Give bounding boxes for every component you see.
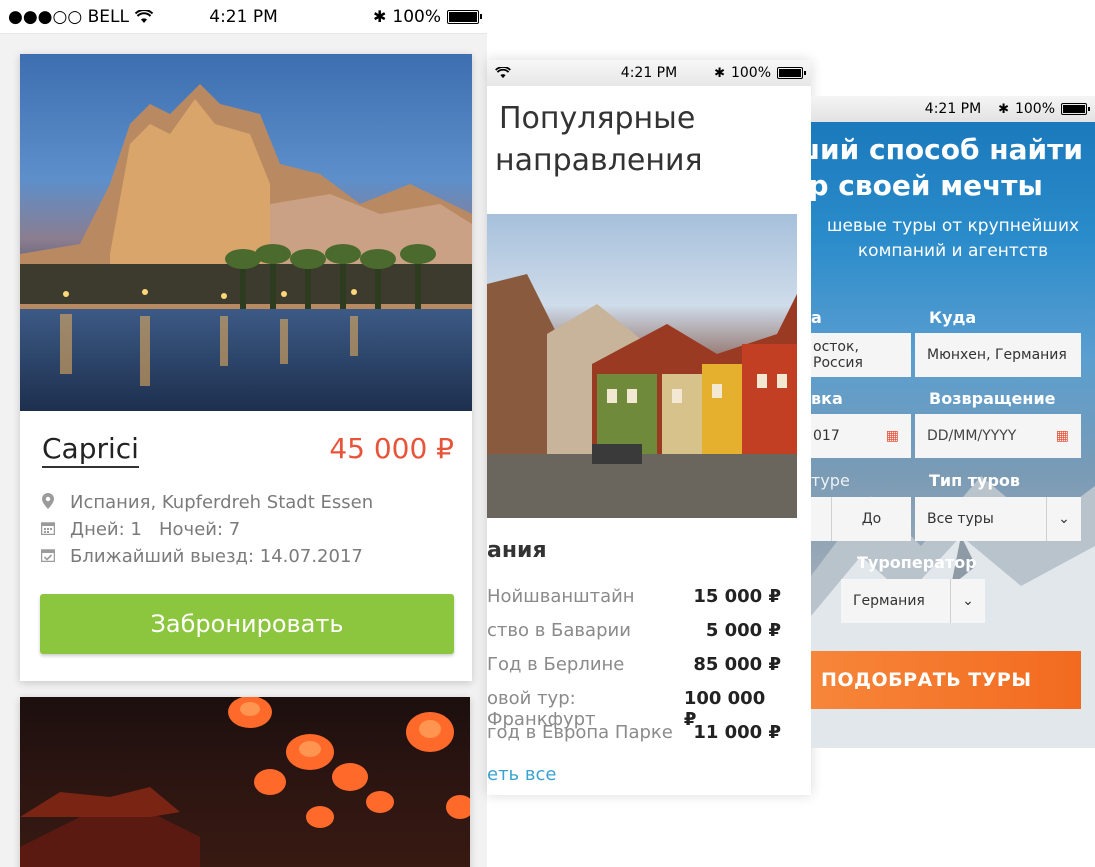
tour-title[interactable]: Caprici — [42, 432, 139, 468]
map-pin-icon — [40, 492, 56, 513]
tour-name: год в Европа Парке — [487, 722, 673, 743]
heading-line-1: Популярные — [499, 101, 696, 136]
depart-date-value: 017 — [813, 428, 840, 444]
duration-row: Дней: 1 Ночей: 7 — [40, 519, 240, 540]
tour-price: 85 000 ₽ — [693, 654, 781, 675]
bluetooth-icon: ✱ — [372, 7, 387, 26]
village-illustration — [487, 274, 797, 518]
tour-name: ство в Баварии — [487, 620, 631, 641]
hero-subtitle-line-2: компаний и агентств — [857, 241, 1049, 261]
cathedral-illustration — [20, 84, 472, 411]
tour-type-select[interactable]: Все туры ⌄ — [915, 497, 1081, 541]
operator-select[interactable]: Германия ⌄ — [841, 579, 985, 623]
tour-price: 5 000 ₽ — [705, 620, 781, 641]
battery-percent: 100% — [1014, 101, 1055, 117]
lanterns-illustration — [20, 697, 470, 867]
operator-label: Туроператор — [857, 553, 977, 572]
battery-percent: 100% — [392, 6, 441, 27]
bluetooth-icon: ✱ — [714, 65, 725, 81]
status-bar: 4:21 PM ✱ 100% — [487, 60, 811, 86]
find-tours-button[interactable]: ПОДОБРАТЬ ТУРЫ — [811, 651, 1081, 709]
destination-photo[interactable] — [487, 214, 797, 518]
hero-title: ший способ найти ур своей мечты — [811, 132, 1083, 204]
tour-price: 11 000 ₽ — [693, 722, 781, 743]
tour-price: 45 000 ₽ — [329, 432, 454, 465]
calendar-icon — [40, 520, 56, 539]
from-field[interactable]: осток, Россия — [811, 333, 911, 377]
status-bar: 4:21 PM ✱ 100% — [811, 96, 1095, 122]
tour-list-item[interactable]: год в Европа Парке 11 000 ₽ — [487, 722, 781, 743]
hero-title-line-2: ур своей мечты — [811, 169, 1043, 202]
book-button[interactable]: Забронировать — [40, 594, 454, 654]
calendar-icon[interactable]: ▦ — [1056, 428, 1069, 444]
battery-icon — [1061, 103, 1090, 115]
tour-name: Нойшванштайн — [487, 586, 635, 607]
depart-label: вка — [811, 389, 843, 408]
tour-card[interactable]: Caprici 45 000 ₽ Испания, Kupferdreh Sta… — [20, 54, 472, 681]
duration-to-field[interactable]: До — [831, 497, 911, 541]
wifi-icon — [134, 9, 153, 23]
battery-icon — [447, 9, 482, 24]
tour-name: Год в Берлине — [487, 654, 625, 675]
country-heading: ания — [487, 538, 547, 563]
duration-from-field[interactable] — [811, 497, 831, 541]
location-row: Испания, Kupferdreh Stadt Essen — [40, 492, 373, 513]
tour-type-value: Все туры — [927, 511, 994, 527]
from-label: а — [811, 308, 822, 327]
hero-subtitle-line-1: шевые туры от крупнейших — [826, 216, 1080, 236]
operator-value: Германия — [853, 593, 925, 609]
tour-detail-screen: ●●●○○ BELL 4:21 PM ✱ 100% Caprici 45 000… — [0, 0, 487, 867]
departure-text: Ближайший выезд: 14.07.2017 — [70, 546, 363, 567]
location-text: Испания, Kupferdreh Stadt Essen — [70, 492, 374, 513]
hero-subtitle: шевые туры от крупнейших компаний и аген… — [811, 214, 1095, 264]
tour-list-item[interactable]: Нойшванштайн 15 000 ₽ — [487, 586, 781, 607]
tour-search-screen: 4:21 PM ✱ 100% ший способ найти ур своей… — [811, 96, 1095, 748]
chevron-down-icon[interactable]: ⌄ — [1046, 497, 1081, 541]
duration-text: Дней: 1 Ночей: 7 — [70, 519, 241, 540]
to-field[interactable]: Мюнхен, Германия — [915, 333, 1081, 377]
tour-photo-lanterns[interactable] — [20, 697, 470, 867]
chevron-down-icon[interactable]: ⌄ — [950, 579, 985, 623]
return-date-field[interactable]: DD/MM/YYYY ▦ — [915, 414, 1081, 458]
duration-label: туре — [811, 471, 850, 490]
tour-price: 15 000 ₽ — [693, 586, 781, 607]
tour-list-item[interactable]: ство в Баварии 5 000 ₽ — [487, 620, 781, 641]
see-all-link[interactable]: еть все — [487, 764, 556, 785]
popular-destinations-screen: 4:21 PM ✱ 100% Популярные направления ан… — [487, 60, 811, 795]
battery-icon — [777, 67, 806, 79]
section-heading: Популярные направления — [495, 98, 703, 182]
calendar-check-icon — [40, 547, 56, 566]
duration-to-placeholder: До — [861, 511, 882, 527]
bluetooth-icon: ✱ — [998, 101, 1009, 117]
status-bar: ●●●○○ BELL 4:21 PM ✱ 100% — [0, 0, 487, 34]
tour-type-label: Тип туров — [929, 471, 1021, 490]
return-date-placeholder: DD/MM/YYYY — [927, 428, 1017, 444]
departure-row: Ближайший выезд: 14.07.2017 — [40, 546, 363, 567]
hero-title-line-1: ший способ найти — [811, 133, 1083, 166]
battery-percent: 100% — [730, 65, 771, 81]
wifi-icon — [495, 67, 511, 79]
carrier-label: ●●●○○ BELL — [8, 6, 129, 27]
return-label: Возвращение — [929, 389, 1056, 408]
depart-date-field[interactable]: 017 ▦ — [811, 414, 911, 458]
to-label: Куда — [929, 308, 977, 327]
heading-line-2: направления — [495, 143, 703, 178]
tour-list-item[interactable]: Год в Берлине 85 000 ₽ — [487, 654, 781, 675]
tour-photo-cathedral — [20, 54, 472, 411]
calendar-icon[interactable]: ▦ — [886, 428, 899, 444]
